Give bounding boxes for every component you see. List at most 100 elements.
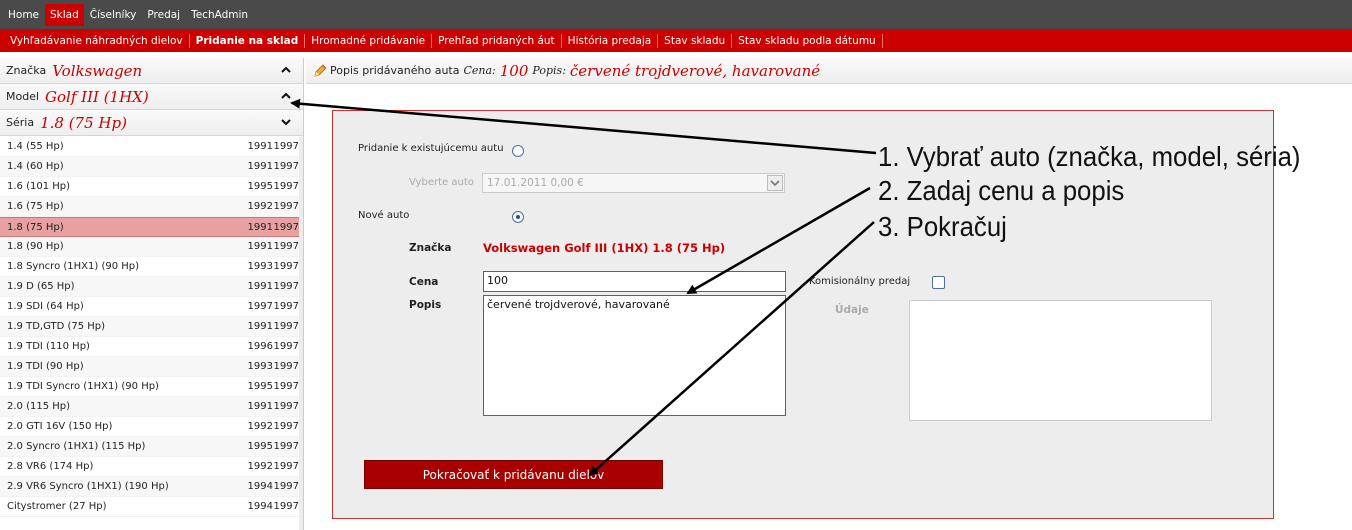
serie-row[interactable]: Citystromer (27 Hp) 1994 1997 [0,497,303,517]
serie-name: 1.8 (90 Hp) [7,241,64,252]
seria-value: 1.8 (75 Hp) [40,113,127,132]
serie-year-from: 1992 [247,461,273,472]
znacka-value: Volkswagen [52,61,143,80]
serie-year-from: 1991 [247,161,273,172]
serie-year-from: 1997 [247,301,273,312]
nav-home[interactable]: Home [3,4,44,26]
accordion-znacka[interactable]: Značka Volkswagen [0,58,303,84]
serie-row[interactable]: 1.9 TDI (90 Hp) 1993 1997 [0,357,303,377]
seria-label: Séria [6,116,35,129]
car-selector-panel: Značka Volkswagen Model Golf III (1HX) S… [0,58,304,530]
new-car-radio[interactable] [512,211,524,223]
udaje-label: Údaje [835,304,869,316]
serie-row[interactable]: 2.0 Syncro (1HX1) (115 Hp) 1995 1997 [0,437,303,457]
serie-row[interactable]: 1.8 (75 Hp) 1991 1997 [0,217,303,237]
serie-row[interactable]: 2.8 VR6 (174 Hp) 1992 1997 [0,457,303,477]
vyberte-auto-select[interactable]: 17.01.2011 0,00 € [482,173,785,193]
serie-year-from: 1995 [247,441,273,452]
accordion-model[interactable]: Model Golf III (1HX) [0,84,303,110]
serie-year-from: 1992 [247,201,273,212]
serie-row[interactable]: 2.0 GTI 16V (150 Hp) 1992 1997 [0,417,303,437]
serie-name: 1.4 (55 Hp) [7,141,64,152]
continue-button[interactable]: Pokračovať k pridávanu dielov [364,460,663,489]
nav-sklad[interactable]: Sklad [45,3,84,26]
komisionalny-label: Komisionálny predaj [809,276,911,287]
subnav-hromadne[interactable]: Hromadné pridávanie [305,33,433,48]
serie-year-from: 1992 [247,421,273,432]
accordion-seria[interactable]: Séria 1.8 (75 Hp) [0,110,303,136]
serie-name: 1.9 TDI Syncro (1HX1) (90 Hp) [7,381,159,392]
chevron-down-icon[interactable] [279,115,293,129]
komisionalny-checkbox[interactable] [932,276,945,289]
serie-row[interactable]: 1.8 (90 Hp) 1991 1997 [0,237,303,257]
form-header: Popis pridávaného auta Cena: 100 Popis: … [306,58,1352,84]
cena-label: Cena [409,276,439,288]
chevron-up-icon[interactable] [279,63,293,77]
cena-input[interactable]: 100 [483,271,786,292]
serie-name: 1.4 (60 Hp) [7,161,64,172]
serie-row[interactable]: 1.9 D (65 Hp) 1991 1997 [0,277,303,297]
popis-textarea[interactable]: červené trojdverové, havarované [483,295,786,416]
select-arrow[interactable] [767,175,783,191]
serie-name: 2.9 VR6 Syncro (1HX1) (190 Hp) [7,481,169,492]
serie-year-from: 1991 [247,221,273,233]
annotation-step-1: 1. Vybrať auto (značka, model, séria) [878,141,1301,172]
serie-year-from: 1994 [247,501,273,512]
vyberte-auto-value: 17.01.2011 0,00 € [487,177,584,189]
nav-techadmin[interactable]: TechAdmin [186,4,253,26]
serie-row[interactable]: 1.9 SDI (64 Hp) 1997 1997 [0,297,303,317]
znacka-field-value: Volkswagen Golf III (1HX) 1.8 (75 Hp) [483,241,726,255]
subnav-pridanie[interactable]: Pridanie na sklad [190,33,306,48]
header-popis-value: červené trojdverové, havarované [569,61,821,80]
serie-row[interactable]: 2.0 (115 Hp) 1991 1997 [0,397,303,417]
model-value: Golf III (1HX) [45,87,149,106]
serie-year-from: 1991 [247,281,273,292]
top-nav: Home Sklad Číselníky Predaj TechAdmin [0,0,1352,29]
serie-name: 1.9 D (65 Hp) [7,281,75,292]
serie-name: 1.9 TDI (110 Hp) [7,341,90,352]
serie-name: 1.6 (75 Hp) [7,201,64,212]
serie-row[interactable]: 1.4 (55 Hp) 1991 1997 [0,137,303,157]
serie-year-from: 1995 [247,381,273,392]
serie-name: 1.6 (101 Hp) [7,181,71,192]
serie-name: 1.9 TDI (90 Hp) [7,361,84,372]
serie-row[interactable]: 1.6 (75 Hp) 1992 1997 [0,197,303,217]
popis-label: Popis [409,299,442,311]
serie-year-from: 1991 [247,241,273,252]
vyberte-auto-label: Vyberte auto [409,177,474,188]
serie-name: 2.0 GTI 16V (150 Hp) [7,421,113,432]
chevron-up-icon[interactable] [279,89,293,103]
serie-name: Citystromer (27 Hp) [7,501,107,512]
serie-row[interactable]: 1.9 TDI Syncro (1HX1) (90 Hp) 1995 1997 [0,377,303,397]
serie-name: 2.0 (115 Hp) [7,401,71,412]
header-cena-label: Cena: [463,64,496,77]
serie-name: 1.9 SDI (64 Hp) [7,301,84,312]
serie-row[interactable]: 1.9 TD,GTD (75 Hp) 1991 1997 [0,317,303,337]
serie-row[interactable]: 2.9 VR6 Syncro (1HX1) (190 Hp) 1994 1997 [0,477,303,497]
list-scrollbar[interactable] [299,137,303,530]
udaje-textarea[interactable] [909,300,1212,421]
subnav-historia[interactable]: História predaja [562,33,659,48]
nav-ciselniky[interactable]: Číselníky [85,4,142,26]
existing-car-radio[interactable] [512,145,524,157]
serie-row[interactable]: 1.8 Syncro (1HX1) (90 Hp) 1993 1997 [0,257,303,277]
serie-row[interactable]: 1.9 TDI (110 Hp) 1996 1997 [0,337,303,357]
subnav-stav[interactable]: Stav skladu [658,33,733,48]
serie-name: 1.8 Syncro (1HX1) (90 Hp) [7,261,140,272]
znacka-field-label: Značka [409,242,452,254]
nav-predaj[interactable]: Predaj [142,4,185,26]
serie-year-from: 1993 [247,261,273,272]
header-title: Popis pridávaného auta [330,64,460,77]
serie-row[interactable]: 1.4 (60 Hp) 1991 1997 [0,157,303,177]
existing-car-label: Pridanie k existujúcemu autu [358,143,504,154]
subnav-stav-datum[interactable]: Stav skladu podla dátumu [732,33,883,48]
serie-list: 1.4 (55 Hp) 1991 1997 1.4 (60 Hp) 1991 1997 1.… [0,137,303,517]
serie-year-from: 1991 [247,141,273,152]
sub-nav: Vyhľadávanie náhradných dielov Pridanie … [0,29,1352,52]
subnav-prehlad[interactable]: Prehľad pridaných áut [432,33,562,48]
serie-year-from: 1991 [247,401,273,412]
chevron-down-icon [770,180,780,187]
serie-row[interactable]: 1.6 (101 Hp) 1995 1997 [0,177,303,197]
new-car-label: Nové auto [358,210,410,221]
subnav-vyhladavanie[interactable]: Vyhľadávanie náhradných dielov [4,33,190,48]
